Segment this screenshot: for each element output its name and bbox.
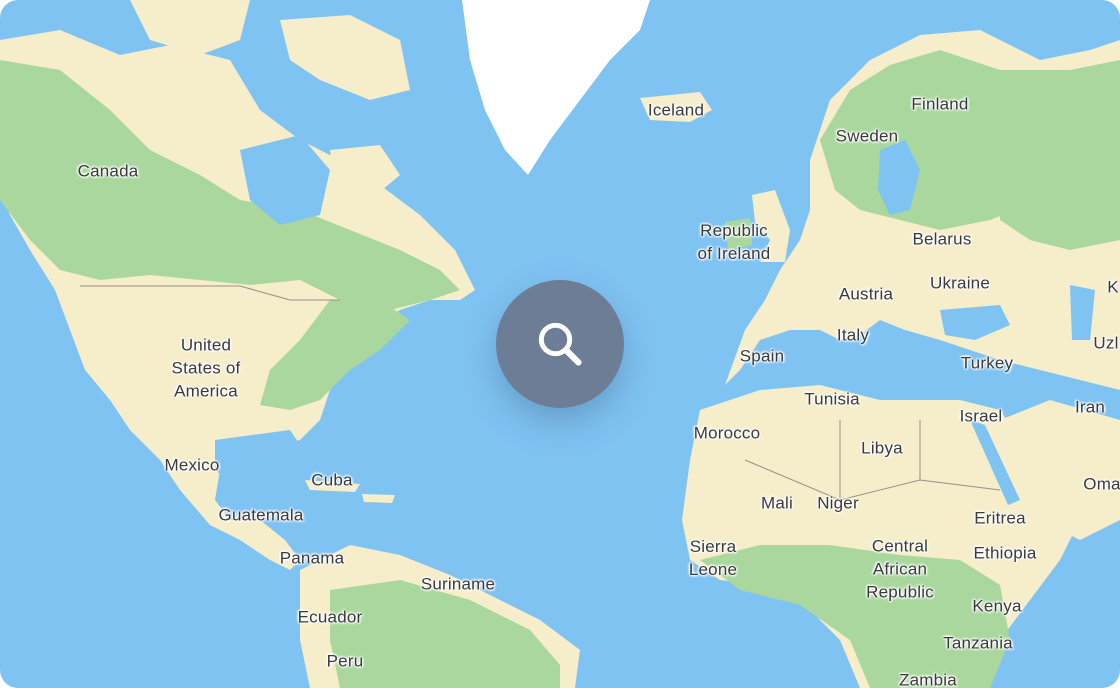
search-button[interactable] — [496, 280, 624, 408]
map-label-austria: Austria — [838, 284, 894, 304]
map-label-peru: Peru — [326, 651, 364, 671]
map-label-eritrea: Eritrea — [974, 508, 1026, 528]
map-label-kazakhstan: K — [1107, 277, 1119, 297]
map-label-mali: Mali — [761, 493, 793, 513]
map-label-niger: Niger — [817, 493, 859, 513]
map-label-ecuador: Ecuador — [297, 607, 363, 627]
arctic-island-2 — [280, 15, 410, 100]
search-icon — [538, 322, 582, 366]
map-label-ireland: Republic of Ireland — [697, 221, 771, 263]
map-label-spain: Spain — [739, 346, 785, 366]
map-label-zambia: Zambia — [899, 670, 957, 688]
greenland — [462, 0, 650, 175]
map-label-belarus: Belarus — [912, 229, 972, 249]
map-label-canada: Canada — [77, 161, 139, 181]
world-map[interactable]: Canada United States of America Mexico C… — [0, 0, 1120, 688]
map-label-cuba: Cuba — [311, 470, 353, 490]
map-label-sweden: Sweden — [835, 126, 899, 146]
map-label-suriname: Suriname — [420, 574, 496, 594]
map-label-iran: Iran — [1074, 397, 1106, 417]
arctic-island-1 — [130, 0, 250, 55]
map-label-iceland: Iceland — [647, 100, 705, 120]
map-label-oman: Oma — [1083, 474, 1120, 494]
map-label-usa: United States of America — [171, 335, 241, 401]
map-label-guatemala: Guatemala — [218, 505, 304, 525]
map-label-tunisia: Tunisia — [804, 389, 860, 409]
forest-russia — [1000, 60, 1120, 250]
map-label-uzbekistan: Uzl — [1093, 333, 1119, 353]
map-label-morocco: Morocco — [693, 423, 761, 443]
map-label-italy: Italy — [836, 325, 870, 345]
map-label-turkey: Turkey — [960, 353, 1014, 373]
map-label-tanzania: Tanzania — [943, 633, 1013, 653]
gulf-of-mexico — [215, 430, 310, 490]
map-label-panama: Panama — [279, 548, 345, 568]
map-label-ethiopia: Ethiopia — [973, 543, 1037, 563]
map-label-kenya: Kenya — [972, 596, 1022, 616]
map-label-libya: Libya — [861, 438, 903, 458]
map-label-central-african-republic: Central African Republic — [866, 536, 934, 602]
map-label-sierra-leone: Sierra Leone — [688, 537, 738, 579]
map-label-israel: Israel — [959, 406, 1003, 426]
map-label-ukraine: Ukraine — [930, 273, 990, 293]
hispaniola-land — [362, 494, 395, 503]
map-label-finland: Finland — [911, 94, 969, 114]
map-label-mexico: Mexico — [164, 455, 220, 475]
forest-amazon — [330, 580, 560, 688]
